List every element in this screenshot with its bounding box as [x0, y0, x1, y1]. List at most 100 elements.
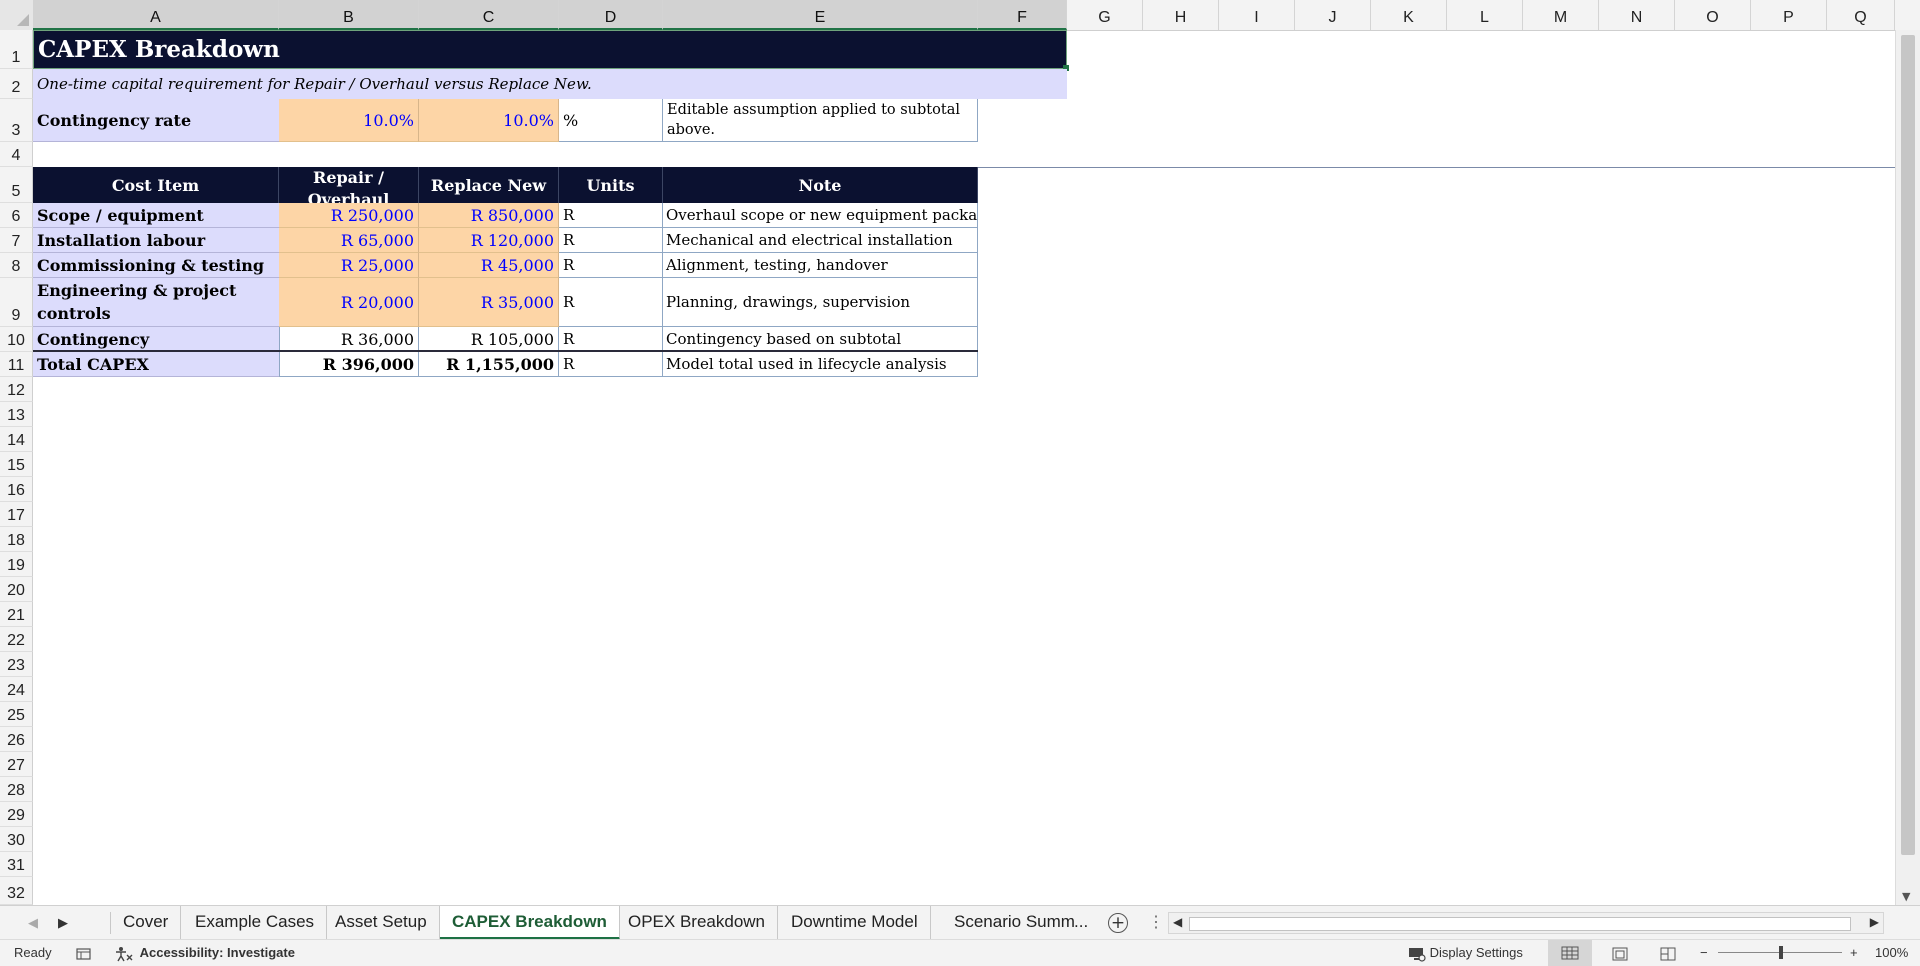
tab-downtime-model[interactable]: Downtime Model — [779, 906, 931, 940]
row-header-9[interactable]: 9 — [0, 278, 33, 327]
row-installation-repair[interactable]: R 65,000 — [279, 228, 419, 253]
row-header-2[interactable]: 2 — [0, 69, 33, 99]
row-header-22[interactable]: 22 — [0, 627, 33, 652]
row-header-12[interactable]: 12 — [0, 377, 33, 402]
row-installation-replace[interactable]: R 120,000 — [419, 228, 559, 253]
row-commissioning-units[interactable]: R — [559, 253, 663, 278]
column-header-p[interactable]: P — [1751, 0, 1827, 30]
row-scope-units[interactable]: R — [559, 203, 663, 228]
row-header-26[interactable]: 26 — [0, 727, 33, 752]
row-installation-units[interactable]: R — [559, 228, 663, 253]
row-header-27[interactable]: 27 — [0, 752, 33, 777]
scroll-down-arrow-icon[interactable]: ▼ — [1902, 890, 1910, 903]
zoom-slider-thumb[interactable] — [1779, 946, 1783, 959]
row-header-21[interactable]: 21 — [0, 602, 33, 627]
add-sheet-icon[interactable]: + — [1108, 913, 1128, 933]
row-commissioning-repair[interactable]: R 25,000 — [279, 253, 419, 278]
row-header-19[interactable]: 19 — [0, 552, 33, 577]
row-scope-replace[interactable]: R 850,000 — [419, 203, 559, 228]
tab-asset-setup[interactable]: Asset Setup — [323, 906, 440, 940]
row-header-5[interactable]: 5 — [0, 167, 33, 203]
contingency-rate-label[interactable]: Contingency rate — [33, 99, 279, 142]
row-header-23[interactable]: 23 — [0, 652, 33, 677]
horizontal-scrollbar[interactable]: ◀ ▶ — [1168, 912, 1884, 934]
row-scope-repair[interactable]: R 250,000 — [279, 203, 419, 228]
tab-overflow-ellipsis[interactable]: ... — [1070, 906, 1092, 940]
row-installation-item[interactable]: Installation labour — [33, 228, 279, 253]
scroll-left-arrow-icon[interactable]: ◀ — [1173, 915, 1182, 929]
column-header-q[interactable]: Q — [1827, 0, 1895, 30]
tab-scroll-left-icon[interactable]: ◀ — [28, 906, 38, 940]
row-header-29[interactable]: 29 — [0, 802, 33, 827]
row-header-25[interactable]: 25 — [0, 702, 33, 727]
row-header-1[interactable]: 1 — [0, 30, 33, 69]
column-header-h[interactable]: H — [1143, 0, 1219, 30]
zoom-level[interactable]: 100% — [1875, 940, 1908, 966]
vertical-scrollbar[interactable]: ▼ — [1895, 30, 1920, 907]
scroll-right-arrow-icon[interactable]: ▶ — [1870, 915, 1879, 929]
zoom-in-icon[interactable]: + — [1850, 940, 1858, 966]
display-settings-button[interactable]: Display Settings — [1408, 940, 1523, 966]
header-repair-overhaul[interactable]: Repair / Overhaul — [279, 167, 419, 203]
column-header-i[interactable]: I — [1219, 0, 1295, 30]
column-header-a[interactable]: A — [33, 0, 279, 30]
row-header-3[interactable]: 3 — [0, 99, 33, 142]
row-header-15[interactable]: 15 — [0, 452, 33, 477]
header-note[interactable]: Note — [663, 167, 978, 203]
column-header-n[interactable]: N — [1599, 0, 1675, 30]
row-total-repair[interactable]: R 396,000 — [279, 352, 419, 377]
row-commissioning-replace[interactable]: R 45,000 — [419, 253, 559, 278]
column-header-j[interactable]: J — [1295, 0, 1371, 30]
column-header-o[interactable]: O — [1675, 0, 1751, 30]
more-options-icon[interactable]: ⋮ — [1148, 906, 1164, 940]
macro-record-icon[interactable] — [76, 940, 92, 966]
row-header-30[interactable]: 30 — [0, 827, 33, 852]
row-header-18[interactable]: 18 — [0, 527, 33, 552]
row-total-note[interactable]: Model total used in lifecycle analysis — [663, 352, 978, 377]
row-header-13[interactable]: 13 — [0, 402, 33, 427]
sheet-title-cell[interactable]: CAPEX Breakdown — [33, 30, 1067, 69]
row-engineering-repair[interactable]: R 20,000 — [279, 278, 419, 327]
row-header-28[interactable]: 28 — [0, 777, 33, 802]
row-contingency-repair[interactable]: R 36,000 — [279, 327, 419, 352]
select-all-corner[interactable] — [0, 0, 34, 30]
header-units[interactable]: Units — [559, 167, 663, 203]
row-total-replace[interactable]: R 1,155,000 — [419, 352, 559, 377]
row-engineering-units[interactable]: R — [559, 278, 663, 327]
subtitle-cell[interactable]: One-time capital requirement for Repair … — [33, 69, 1067, 99]
row-commissioning-note[interactable]: Alignment, testing, handover — [663, 253, 978, 278]
row-header-31[interactable]: 31 — [0, 852, 33, 877]
row-total-item[interactable]: Total CAPEX — [33, 352, 279, 377]
contingency-note-cell[interactable]: Editable assumption applied to subtotal … — [663, 99, 978, 142]
vertical-scroll-thumb[interactable] — [1901, 35, 1915, 855]
contingency-unit-cell[interactable]: % — [559, 99, 663, 142]
row-engineering-replace[interactable]: R 35,000 — [419, 278, 559, 327]
header-cost-item[interactable]: Cost Item — [33, 167, 279, 203]
accessibility-button[interactable]: Accessibility: Investigate — [114, 940, 295, 966]
column-header-d[interactable]: D — [559, 0, 663, 30]
tab-opex-breakdown[interactable]: OPEX Breakdown — [616, 906, 779, 940]
contingency-rate-replace-input[interactable]: 10.0% — [419, 99, 559, 142]
row-commissioning-item[interactable]: Commissioning & testing — [33, 253, 279, 278]
tab-cover[interactable]: Cover — [111, 906, 182, 940]
row-header-20[interactable]: 20 — [0, 577, 33, 602]
row-header-6[interactable]: 6 — [0, 203, 33, 228]
tab-scroll-right-icon[interactable]: ▶ — [58, 906, 68, 940]
tab-example-cases[interactable]: Example Cases — [183, 906, 328, 940]
column-header-l[interactable]: L — [1447, 0, 1523, 30]
row-header-32[interactable]: 32 — [0, 877, 33, 905]
row-header-11[interactable]: 11 — [0, 352, 33, 377]
row-scope-note[interactable]: Overhaul scope or new equipment package — [663, 203, 978, 228]
row-contingency-units[interactable]: R — [559, 327, 663, 352]
normal-view-button[interactable] — [1548, 940, 1592, 966]
row-header-14[interactable]: 14 — [0, 427, 33, 452]
row-header-8[interactable]: 8 — [0, 253, 33, 278]
row-engineering-item[interactable]: Engineering & project controls — [33, 278, 279, 327]
row-engineering-note[interactable]: Planning, drawings, supervision — [663, 278, 978, 327]
row-scope-item[interactable]: Scope / equipment — [33, 203, 279, 228]
row-header-17[interactable]: 17 — [0, 502, 33, 527]
horizontal-scroll-thumb[interactable] — [1189, 917, 1851, 931]
row-header-4[interactable]: 4 — [0, 142, 33, 167]
page-layout-view-button[interactable] — [1612, 940, 1628, 966]
column-header-g[interactable]: G — [1067, 0, 1143, 30]
